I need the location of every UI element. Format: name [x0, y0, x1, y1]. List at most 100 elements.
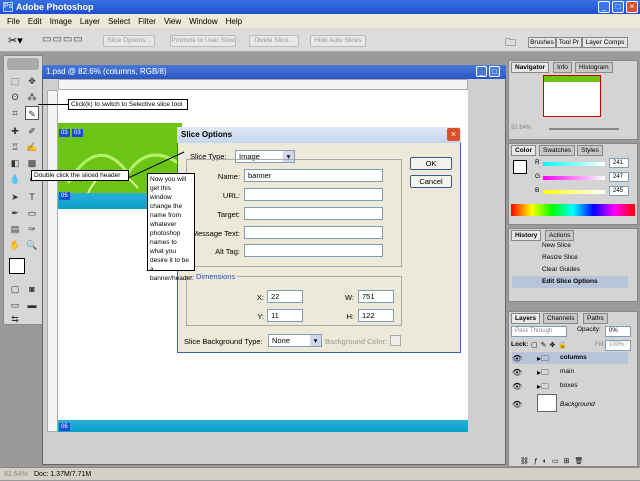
- channels-tab[interactable]: Channels: [543, 313, 579, 324]
- opacity-field[interactable]: 0%: [605, 326, 631, 337]
- navigator-tab[interactable]: Navigator: [511, 62, 549, 73]
- tool-presets-tab[interactable]: Tool Pr: [556, 37, 582, 48]
- color-ramp[interactable]: [511, 204, 635, 216]
- layer-row-selected[interactable]: columns: [512, 352, 628, 364]
- doc-minimize-icon[interactable]: _: [476, 66, 487, 77]
- r-slider[interactable]: [543, 162, 605, 166]
- fill-field[interactable]: 100%: [605, 340, 631, 351]
- name-field[interactable]: banner: [244, 169, 383, 182]
- swatches-tab[interactable]: Swatches: [539, 145, 576, 156]
- bg-type-select[interactable]: None ▾: [268, 334, 322, 347]
- slice-tool-icon[interactable]: ✎: [25, 106, 39, 120]
- y-field[interactable]: 11: [267, 309, 303, 322]
- maximize-icon[interactable]: □: [612, 1, 624, 13]
- promote-slice-button[interactable]: Promote to User Slice: [170, 35, 236, 47]
- layer-row[interactable]: boxes: [512, 380, 628, 392]
- history-item[interactable]: Clear Guides: [512, 264, 628, 276]
- layers-tab[interactable]: Layers: [511, 313, 540, 324]
- menu-layer[interactable]: Layer: [76, 17, 104, 26]
- eraser-tool-icon[interactable]: ◧: [8, 156, 22, 170]
- navigator-zoom[interactable]: 82.64%: [511, 125, 531, 131]
- clone-stamp-icon[interactable]: ♖: [8, 140, 22, 154]
- feather-logo-icon[interactable]: [7, 58, 39, 70]
- hand-tool-icon[interactable]: ✋: [8, 238, 22, 252]
- divide-slice-button[interactable]: Divide Slice...: [249, 35, 299, 47]
- type-tool-icon[interactable]: T: [25, 190, 39, 204]
- eye-icon[interactable]: 👁: [512, 400, 522, 409]
- history-item[interactable]: New Slice: [512, 240, 628, 252]
- chevron-down-icon[interactable]: ▾: [310, 335, 321, 346]
- status-zoom[interactable]: 82.64%: [4, 468, 28, 481]
- x-field[interactable]: 22: [267, 290, 303, 303]
- path-selection-icon[interactable]: ➤: [8, 190, 22, 204]
- paths-tab[interactable]: Paths: [583, 313, 608, 324]
- screen-mode-icon[interactable]: ▭: [8, 298, 22, 312]
- lasso-tool-icon[interactable]: ʘ: [8, 90, 22, 104]
- eyedropper-icon[interactable]: ✑: [25, 222, 39, 236]
- full-screen-icon[interactable]: ▬: [25, 298, 39, 312]
- blur-tool-icon[interactable]: 💧: [8, 172, 22, 186]
- status-doc-size[interactable]: Doc: 1.37M/7.71M: [34, 468, 91, 481]
- layer-comps-tab[interactable]: Layer Comps: [582, 37, 628, 48]
- eye-icon[interactable]: 👁: [512, 354, 522, 363]
- target-field[interactable]: [244, 207, 383, 220]
- minimize-icon[interactable]: _: [598, 1, 610, 13]
- history-item-selected[interactable]: Edit Slice Options: [512, 276, 628, 288]
- doc-maximize-icon[interactable]: □: [489, 66, 500, 77]
- marquee-tool-icon[interactable]: ⬚: [8, 74, 22, 88]
- file-browser-icon[interactable]: 🗀: [505, 34, 516, 53]
- layer-actions-icons[interactable]: ⛓ƒ◐▭⊞🗑: [520, 457, 588, 465]
- slice-options-button[interactable]: Slice Options...: [103, 35, 155, 47]
- menu-image[interactable]: Image: [46, 17, 76, 26]
- layer-row-background[interactable]: Background: [512, 396, 628, 414]
- close-icon[interactable]: ×: [626, 1, 638, 13]
- h-field[interactable]: 122: [358, 309, 394, 322]
- crop-tool-icon[interactable]: ⌗: [8, 106, 22, 120]
- slice-style-icons[interactable]: ▭▭▭▭: [42, 34, 84, 45]
- brush-tool-icon[interactable]: ✐: [25, 124, 39, 138]
- dialog-title-bar[interactable]: Slice Options: [177, 127, 461, 143]
- menu-help[interactable]: Help: [222, 17, 246, 26]
- menu-view[interactable]: View: [160, 17, 185, 26]
- menu-window[interactable]: Window: [185, 17, 221, 26]
- g-slider[interactable]: [543, 176, 605, 180]
- r-field[interactable]: 241: [609, 158, 629, 168]
- foreground-color-swatch[interactable]: [9, 258, 25, 274]
- shape-tool-icon[interactable]: ▭: [25, 206, 39, 220]
- blend-mode-select[interactable]: Pass Through: [511, 326, 567, 337]
- eye-icon[interactable]: 👁: [512, 382, 522, 391]
- zoom-tool-icon[interactable]: 🔍: [25, 238, 39, 252]
- layer-row[interactable]: main: [512, 366, 628, 378]
- notes-tool-icon[interactable]: ▤: [8, 222, 22, 236]
- menu-select[interactable]: Select: [104, 17, 134, 26]
- menu-edit[interactable]: Edit: [24, 17, 46, 26]
- g-field[interactable]: 247: [609, 172, 629, 182]
- histogram-tab[interactable]: Histogram: [575, 62, 613, 73]
- menu-file[interactable]: File: [3, 17, 24, 26]
- color-foreground-swatch[interactable]: [513, 160, 527, 174]
- document-title-bar[interactable]: 1.psd @ 82.6% (columns, RGB/8): [42, 65, 506, 79]
- color-tab[interactable]: Color: [511, 145, 536, 156]
- magic-wand-icon[interactable]: ⁂: [25, 90, 39, 104]
- slice-tool-preset-icon[interactable]: ✂▾: [8, 34, 23, 47]
- b-slider[interactable]: [543, 190, 605, 194]
- w-field[interactable]: 751: [358, 290, 394, 303]
- dialog-close-icon[interactable]: ×: [447, 128, 460, 141]
- info-tab[interactable]: Info: [553, 62, 572, 73]
- eye-icon[interactable]: 👁: [512, 368, 522, 377]
- b-field[interactable]: 245: [609, 186, 629, 196]
- navigator-preview[interactable]: [543, 75, 601, 117]
- jump-to-imageready-icon[interactable]: ⇆: [8, 312, 22, 326]
- url-field[interactable]: [244, 188, 383, 201]
- navigator-zoom-slider[interactable]: [549, 128, 619, 130]
- bg-color-swatch[interactable]: [390, 335, 401, 346]
- alt-tag-field[interactable]: [244, 244, 383, 257]
- brushes-tab[interactable]: Brushes: [528, 37, 556, 48]
- message-text-field[interactable]: [244, 226, 383, 239]
- hide-auto-slices-button[interactable]: Hide Auto Slices: [310, 35, 366, 47]
- healing-brush-icon[interactable]: ✚: [8, 124, 22, 138]
- history-brush-icon[interactable]: ✍: [25, 140, 39, 154]
- quick-mask-icon[interactable]: ◙: [25, 282, 39, 296]
- history-item[interactable]: Resize Slice: [512, 252, 628, 264]
- lock-icons[interactable]: ▢✎✥🔒: [531, 341, 570, 349]
